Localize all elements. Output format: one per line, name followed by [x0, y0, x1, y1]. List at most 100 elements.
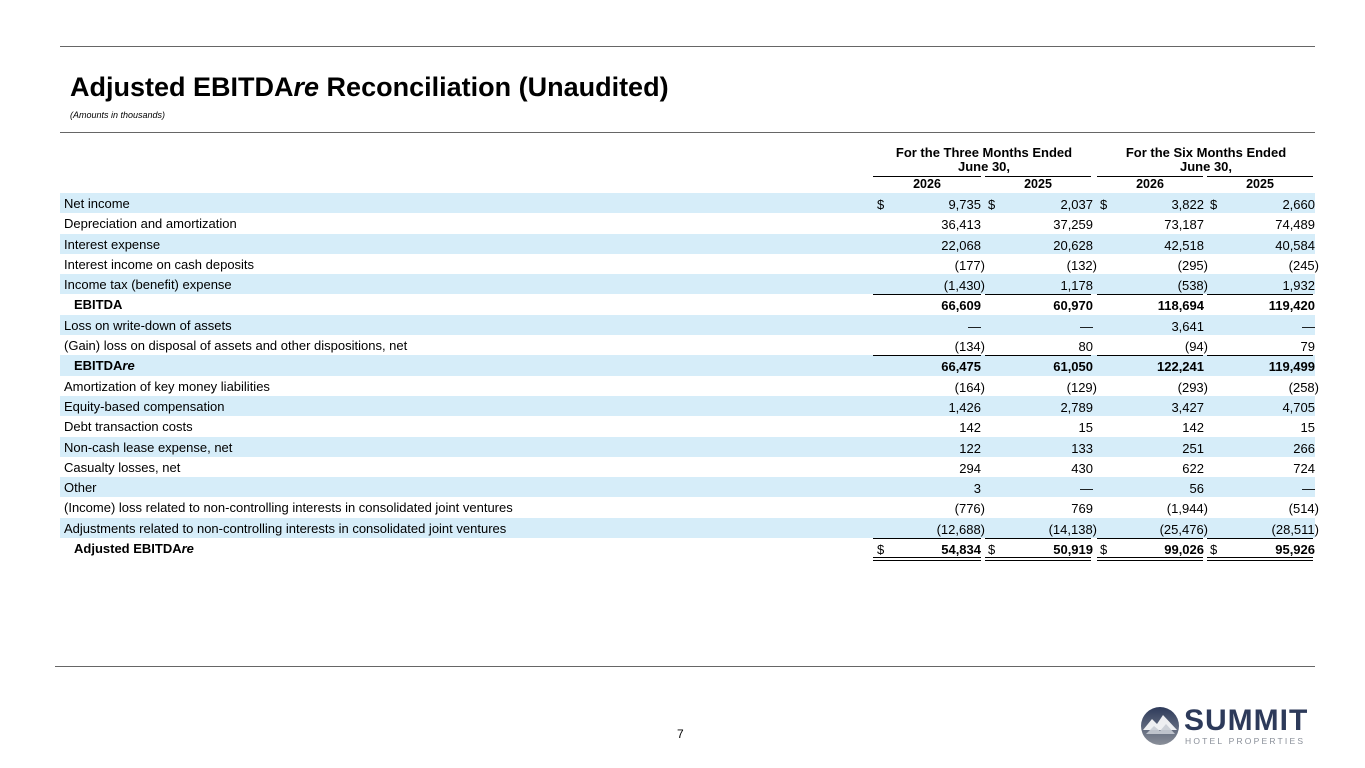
subtotal-line	[985, 538, 1091, 540]
value-cell: (245)	[1288, 257, 1319, 273]
value-cell: 251	[1182, 440, 1204, 456]
table-row: Income tax (benefit) expense (1,430) 1,178…	[60, 274, 1315, 295]
currency-symbol: $	[988, 542, 996, 558]
year-header: 2026	[1136, 177, 1164, 191]
subtotal-line	[985, 355, 1091, 357]
logo-wordmark: SUMMIT	[1184, 704, 1309, 737]
value-cell: 142	[1182, 420, 1204, 436]
table-row: EBITDAre 66,475 61,050 122,241 119,499	[60, 355, 1315, 376]
value-cell: 54,834	[941, 542, 981, 558]
row-label: Loss on write-down of assets	[64, 317, 232, 333]
table-row: Adjustments related to non-controlling i…	[60, 517, 1319, 539]
row-label: Interest expense	[64, 236, 161, 252]
value-cell: 1,932	[1282, 278, 1315, 294]
value-cell: (295)	[1177, 257, 1208, 273]
value-cell: (1,944)	[1166, 501, 1208, 517]
value-cell: 56	[1189, 481, 1204, 497]
value-cell: 20,628	[1053, 237, 1093, 253]
value-cell: 22,068	[941, 237, 981, 253]
currency-symbol: $	[988, 197, 996, 212]
value-cell: 66,609	[941, 298, 981, 314]
value-cell: (129)	[1066, 379, 1097, 395]
table-row: Interest income on cash deposits (177) (13…	[60, 254, 1319, 274]
subtotal-line	[1097, 294, 1203, 296]
value-cell: (25,476)	[1159, 521, 1208, 537]
header-rule	[60, 132, 1315, 133]
row-label: Adjustments related to non-controlling i…	[64, 520, 507, 536]
value-cell: 61,050	[1053, 359, 1093, 375]
value-cell: 37,259	[1053, 217, 1093, 233]
value-cell: (132)	[1066, 257, 1097, 273]
value-cell: 40,584	[1275, 237, 1315, 253]
row-label: Net income	[64, 196, 130, 211]
table-row: Depreciation and amortization 36,413 37,25…	[60, 213, 1315, 233]
year-header: 2025	[1246, 177, 1274, 191]
year-header: 2025	[1024, 177, 1052, 191]
table-row: Loss on write-down of assets — — 3,641 —	[60, 314, 1315, 336]
value-cell: (177)	[954, 257, 985, 273]
table-row: Net income $9,735 $2,037 $3,822 $2,660	[60, 193, 1315, 214]
value-cell: (94)	[1184, 339, 1208, 355]
value-cell: 42,518	[1164, 237, 1204, 253]
value-cell: —	[968, 318, 981, 334]
value-cell: 1,178	[1060, 278, 1093, 294]
value-cell: (293)	[1177, 379, 1208, 395]
value-cell: 122	[959, 440, 981, 456]
subtotal-line	[1097, 355, 1203, 357]
row-label: Other	[64, 480, 97, 496]
value-cell: 769	[1071, 501, 1093, 517]
row-label: Interest income on cash deposits	[64, 256, 255, 272]
value-cell: 80	[1078, 339, 1093, 355]
value-cell: 119,420	[1268, 298, 1315, 314]
total-double-line	[873, 557, 981, 562]
value-cell: (14,138)	[1048, 521, 1097, 537]
top-rule	[60, 46, 1315, 47]
value-cell: —	[1302, 318, 1315, 334]
table-row: Equity-based compensation 1,426 2,789 3,427…	[60, 395, 1315, 417]
value-cell: (538)	[1177, 278, 1208, 294]
table-row: Adjusted EBITDAre $54,834 $50,919 $99,026 $9…	[60, 538, 1315, 562]
subtotal-line	[1097, 538, 1203, 540]
column-group-six-months: For the Six Months Ended June 30,	[1125, 145, 1287, 174]
page-number: 7	[677, 727, 684, 741]
footer-rule	[55, 666, 1315, 667]
row-label: Amortization of key money liabilities	[64, 378, 270, 394]
row-label: Income tax (benefit) expense	[64, 277, 232, 293]
value-cell: (514)	[1288, 501, 1319, 517]
table-row: Interest expense 22,068 20,628 42,518 40,584	[60, 233, 1315, 254]
summit-logo: SUMMIT HOTEL PROPERTIES	[1140, 704, 1320, 748]
currency-symbol: $	[877, 542, 885, 558]
total-double-line	[1097, 557, 1203, 562]
subtotal-line	[873, 355, 981, 357]
table-row: Other 3 — 56 —	[60, 477, 1315, 498]
value-cell: 99,026	[1164, 542, 1204, 558]
page-subtitle: (Amounts in thousands)	[70, 110, 166, 120]
table-row: Casualty losses, net 294 430 622 724	[60, 457, 1315, 477]
value-cell: 50,919	[1053, 542, 1093, 558]
currency-symbol: $	[1210, 197, 1218, 212]
row-label: EBITDA	[74, 297, 123, 313]
row-label: Non-cash lease expense, net	[64, 439, 233, 455]
value-cell: 430	[1071, 460, 1093, 476]
value-cell: 724	[1293, 460, 1315, 476]
value-cell: (258)	[1288, 379, 1319, 395]
value-cell: (134)	[954, 339, 985, 355]
subtotal-line	[985, 294, 1091, 296]
value-cell: 15	[1300, 420, 1315, 436]
subtotal-line	[1207, 355, 1313, 357]
value-cell: (1,430)	[943, 278, 985, 294]
value-cell: 66,475	[941, 359, 981, 375]
currency-symbol: $	[1210, 542, 1218, 558]
value-cell: 9,735	[948, 197, 981, 212]
value-cell: 3,822	[1171, 197, 1204, 212]
value-cell: 122,241	[1157, 359, 1204, 375]
reconciliation-table: Net income $9,735 $2,037 $3,822 $2,660 Deprec…	[60, 193, 1319, 562]
value-cell: 142	[959, 420, 981, 436]
value-cell: —	[1080, 318, 1093, 334]
currency-symbol: $	[1100, 197, 1108, 212]
subtotal-line	[1207, 294, 1313, 296]
value-cell: 294	[959, 460, 981, 476]
page-title: Adjusted EBITDAre Reconciliation (Unaudi…	[70, 72, 669, 102]
currency-symbol: $	[1100, 542, 1108, 558]
value-cell: 36,413	[941, 217, 981, 233]
